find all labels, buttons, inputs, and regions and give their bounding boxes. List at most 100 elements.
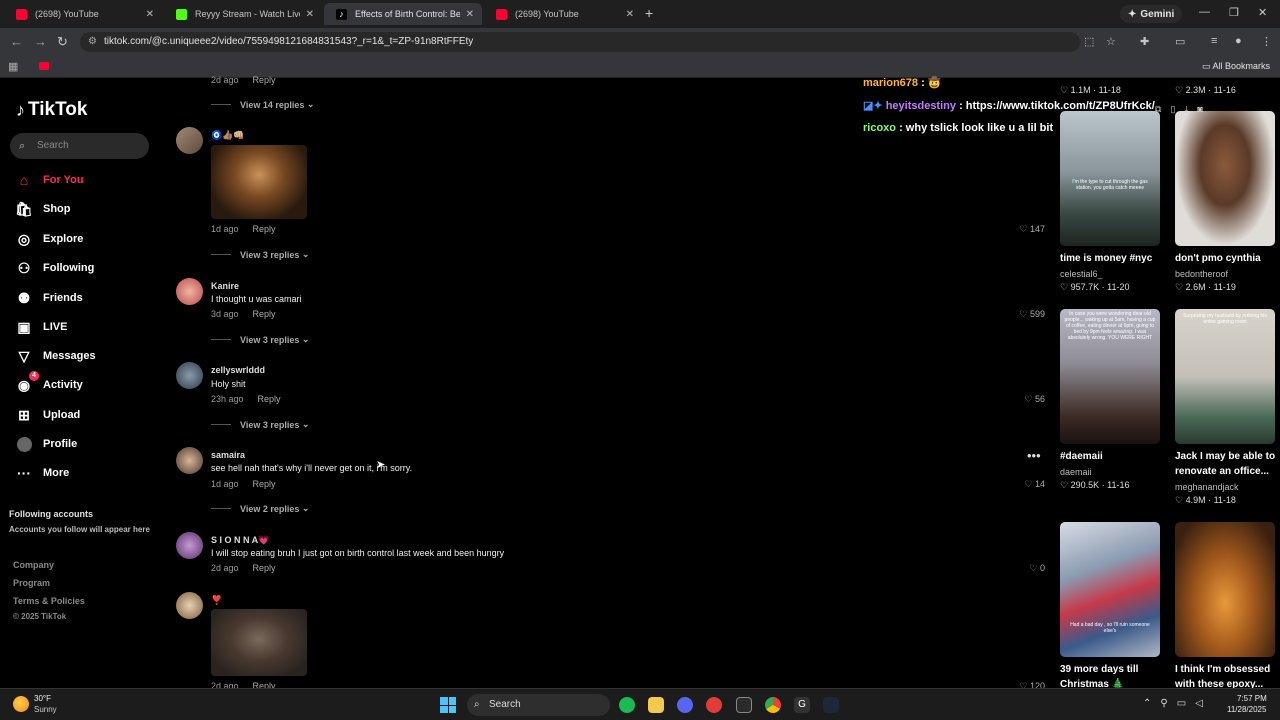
comment-like[interactable]: ♡ 147	[1015, 224, 1045, 235]
video-thumbnail[interactable]	[1175, 111, 1275, 246]
comment-author[interactable]: S I O N N A💗	[211, 535, 269, 546]
nav-activity[interactable]: ◉ 4 Activity	[15, 370, 83, 395]
comment-author[interactable]: zellyswrlddd	[211, 365, 265, 375]
view-replies-button[interactable]: View 3 replies ⌄	[211, 419, 309, 430]
video-title-line2[interactable]: renovate an office...	[1175, 466, 1269, 477]
weather-desc[interactable]: Sunny	[34, 705, 57, 714]
new-tab-plus-icon[interactable]: +	[645, 5, 653, 21]
browser-tab-1[interactable]: (2698) YouTube ✕	[4, 3, 162, 25]
video-thumbnail[interactable]: Had a bad day , so I'll ruin someone els…	[1060, 522, 1160, 657]
app-icon[interactable]	[706, 697, 722, 713]
comment-author[interactable]: samaira	[211, 450, 245, 460]
nav-profile[interactable]: Profile	[15, 434, 77, 454]
minimize-icon[interactable]: —	[1199, 6, 1210, 18]
chevron-up-icon[interactable]: ⌃	[1143, 698, 1151, 709]
windows-start-icon[interactable]	[440, 697, 456, 713]
video-thumbnail[interactable]: In case you were wondering dear old peop…	[1060, 309, 1160, 444]
clock-date[interactable]: 11/28/2025	[1227, 705, 1266, 714]
reply-button[interactable]: Reply	[253, 563, 276, 573]
taskbar-search[interactable]: ⌕ Search	[467, 694, 610, 716]
reply-button[interactable]: Reply	[258, 394, 281, 404]
view-replies-button[interactable]: View 2 replies ⌄	[211, 503, 309, 514]
video-author[interactable]: meghanandjack	[1175, 482, 1239, 492]
chrome-icon[interactable]	[765, 697, 781, 713]
video-author[interactable]: celestial6_	[1060, 269, 1103, 279]
nav-for-you[interactable]: ⌂ For You	[15, 170, 84, 190]
url-field[interactable]: ⚙ tiktok.com/@c.uniqueee2/video/75594981…	[80, 32, 1080, 52]
comment-author[interactable]: Kanire	[211, 281, 239, 291]
network-icon[interactable]: ▭	[1177, 698, 1186, 709]
reply-button[interactable]: Reply	[253, 309, 276, 319]
nav-upload[interactable]: ⊞ Upload	[15, 405, 80, 425]
video-title[interactable]: I think I'm obsessed	[1175, 664, 1270, 675]
video-title[interactable]: time is money #nyc	[1060, 253, 1152, 264]
discord-icon[interactable]	[677, 697, 693, 713]
extensions-icon[interactable]: ✚	[1140, 35, 1149, 48]
spotify-icon[interactable]	[619, 697, 635, 713]
bookmark-star-icon[interactable]: ☆	[1106, 35, 1116, 48]
media-controls-icon[interactable]: ≡	[1211, 35, 1217, 47]
youtube-bookmark-icon[interactable]	[39, 62, 49, 70]
apps-grid-icon[interactable]: ▦	[8, 60, 18, 73]
footer-program[interactable]: Program	[13, 578, 50, 588]
pip-icon[interactable]: ⧉	[1155, 104, 1161, 121]
nav-more[interactable]: ··· More	[15, 463, 69, 483]
comment-like[interactable]: ♡ 56	[1015, 394, 1045, 405]
steam-icon[interactable]	[823, 697, 839, 713]
nav-explore[interactable]: ◎ Explore	[15, 229, 83, 249]
nav-following[interactable]: ⚇ Following	[15, 258, 95, 278]
comment-gif-image[interactable]	[211, 609, 307, 676]
file-explorer-icon[interactable]	[648, 697, 664, 713]
video-author[interactable]: daemaii	[1060, 467, 1092, 477]
chrome-menu-icon[interactable]: ⋮	[1261, 35, 1272, 48]
footer-terms[interactable]: Terms & Policies	[13, 596, 85, 606]
install-app-icon[interactable]: ⬚	[1084, 35, 1094, 48]
reply-button[interactable]: Reply	[253, 479, 276, 489]
video-thumbnail[interactable]	[1175, 522, 1275, 657]
comment-avatar[interactable]	[176, 127, 203, 154]
comment-gif-image[interactable]	[211, 145, 307, 219]
maximize-icon[interactable]: ❐	[1229, 6, 1239, 19]
profile-avatar-icon[interactable]: ●	[1235, 35, 1242, 47]
comment-avatar[interactable]	[176, 592, 203, 619]
site-settings-icon[interactable]: ⚙	[88, 32, 97, 52]
view-replies-button[interactable]: View 3 replies ⌄	[211, 249, 309, 260]
reply-button[interactable]: Reply	[253, 224, 276, 234]
comment-avatar[interactable]	[176, 447, 203, 474]
reply-button[interactable]: Reply	[253, 75, 276, 85]
comment-like[interactable]: ♡ 599	[1015, 309, 1045, 320]
video-thumbnail[interactable]: I'm the type to cut through the gas stat…	[1060, 111, 1160, 246]
video-title[interactable]: Jack I may be able to	[1175, 451, 1275, 462]
volume-icon[interactable]: ◁	[1195, 698, 1203, 709]
comment-avatar[interactable]	[176, 532, 203, 559]
comment-more-options-icon[interactable]: •••	[1027, 448, 1041, 463]
reload-icon[interactable]: ↻	[57, 34, 68, 50]
close-tab-icon[interactable]: ✕	[306, 9, 314, 20]
nav-friends[interactable]: ⚉ Friends	[15, 288, 83, 308]
view-replies-button[interactable]: View 3 replies ⌄	[211, 334, 309, 345]
nav-shop[interactable]: 🛍 Shop	[15, 199, 70, 219]
browser-tab-2[interactable]: Reyyy Stream - Watch Live on K ✕	[164, 3, 322, 25]
video-thumbnail[interactable]: Surprising my husband by redoing his ent…	[1175, 309, 1275, 444]
side-panel-icon[interactable]: ▭	[1175, 35, 1185, 48]
comment-author[interactable]: ❣️	[211, 595, 222, 606]
comment-avatar[interactable]	[176, 362, 203, 389]
comment-like[interactable]: ♡ 14	[1015, 479, 1045, 490]
video-title[interactable]: 39 more days till	[1060, 664, 1138, 675]
video-title[interactable]: don't pmo cynthia	[1175, 253, 1261, 264]
forward-arrow-icon[interactable]: →	[34, 34, 47, 49]
comment-avatar[interactable]	[176, 278, 203, 305]
back-arrow-icon[interactable]: ←	[10, 34, 23, 49]
nav-messages[interactable]: ▽ Messages	[15, 346, 96, 366]
comment-like[interactable]: ♡ 0	[1015, 563, 1045, 574]
search-input[interactable]: ⌕ Search	[10, 133, 149, 159]
app-g-icon[interactable]: G	[794, 697, 810, 713]
ai-bot-icon[interactable]: ◙	[1197, 104, 1202, 121]
phone-icon[interactable]: ▯	[1170, 104, 1175, 121]
view-replies-button[interactable]: View 14 replies ⌄	[211, 99, 314, 110]
all-bookmarks-button[interactable]: ▭ All Bookmarks	[1202, 61, 1270, 72]
weather-temp[interactable]: 30°F	[34, 694, 51, 703]
nav-live[interactable]: ▣ LIVE	[15, 317, 67, 337]
microphone-icon[interactable]: ⚲	[1160, 698, 1167, 709]
video-author[interactable]: bedontheroof	[1175, 269, 1228, 279]
